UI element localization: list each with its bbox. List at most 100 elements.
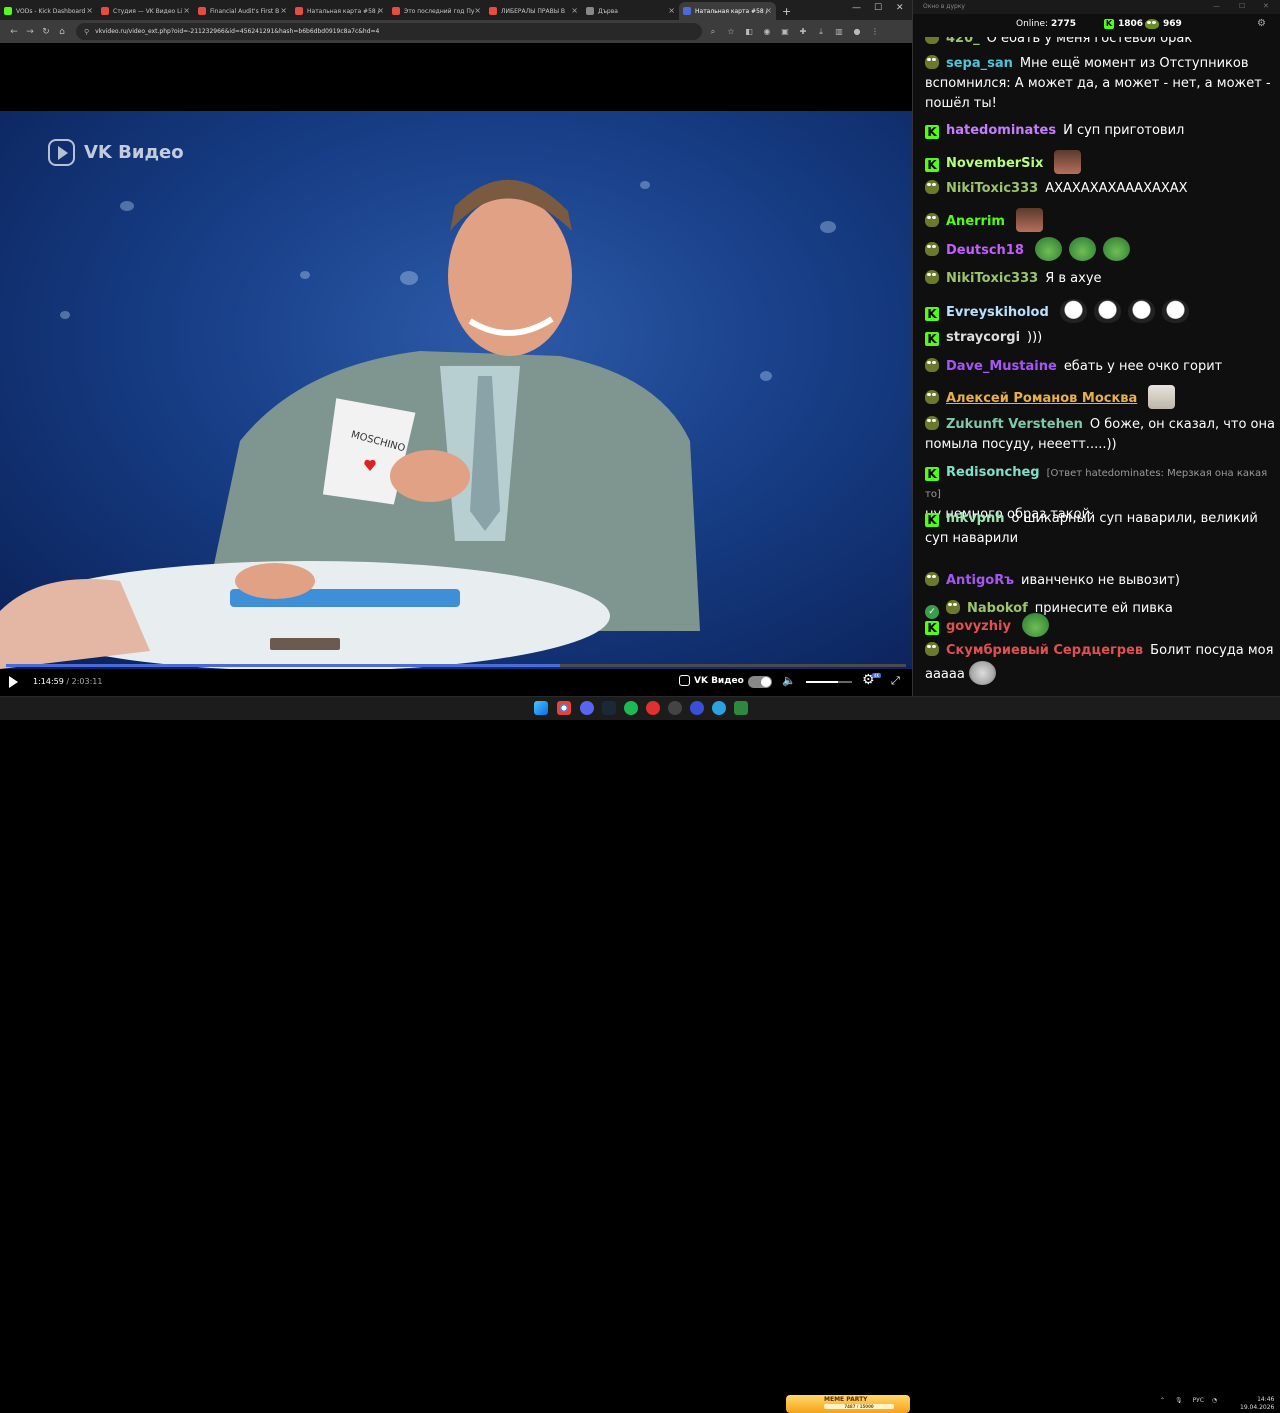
close-tab-icon[interactable]: × bbox=[280, 6, 287, 15]
close-tab-icon[interactable]: × bbox=[86, 6, 93, 15]
chat-username[interactable]: hatedominates bbox=[946, 123, 1056, 138]
maximize-icon[interactable]: ☐ bbox=[874, 3, 882, 13]
spotify-icon[interactable] bbox=[624, 701, 638, 715]
profile-icon[interactable]: ● bbox=[850, 25, 864, 39]
vk-video-brand-link[interactable]: VK Видео bbox=[679, 675, 744, 686]
app-icon[interactable] bbox=[734, 701, 748, 715]
chevron-up-icon[interactable]: ⌃ bbox=[1160, 1397, 1165, 1404]
chat-message-text: иванченко не вывозит) bbox=[1021, 573, 1180, 588]
time-display: 1:14:59 / 2:03:11 bbox=[33, 677, 102, 686]
autoplay-toggle[interactable] bbox=[748, 676, 772, 688]
chat-username[interactable]: Evreyskiholod bbox=[946, 305, 1049, 320]
chat-username[interactable]: Deutsch18 bbox=[946, 243, 1024, 258]
extension-icon[interactable]: ◉ bbox=[760, 25, 774, 39]
zoom-icon[interactable]: ⌕ bbox=[706, 25, 720, 39]
download-icon[interactable]: ⤓ bbox=[814, 25, 828, 39]
chat-username[interactable]: govyzhiy bbox=[946, 619, 1011, 634]
close-window-icon[interactable]: ✕ bbox=[1263, 2, 1269, 10]
discord-icon[interactable] bbox=[580, 701, 594, 715]
browser-tab[interactable]: ЛИБЕРАЛЫ ПРАВЫ В × bbox=[485, 2, 582, 20]
chrome-icon[interactable] bbox=[557, 701, 571, 715]
url-text: vkvideo.ru/video_ext.php?oid=-211232966&… bbox=[95, 28, 380, 35]
minimize-icon[interactable]: — bbox=[852, 3, 861, 13]
chat-username[interactable]: Zukunft Verstehen bbox=[946, 417, 1083, 432]
maximize-icon[interactable]: ☐ bbox=[1239, 2, 1245, 10]
close-window-icon[interactable]: ✕ bbox=[896, 3, 904, 13]
app-icon[interactable] bbox=[668, 701, 682, 715]
player-icon[interactable] bbox=[690, 701, 704, 715]
close-tab-icon[interactable]: × bbox=[183, 6, 190, 15]
chat-message-text: ))) bbox=[1027, 330, 1043, 345]
chat-window-title: Окно в дурку — ☐ ✕ bbox=[913, 0, 1280, 14]
microphone-icon[interactable]: 🎙 bbox=[1175, 1397, 1183, 1404]
video-player[interactable]: MOSCHINO VK Видео bbox=[0, 43, 912, 696]
chat-username[interactable]: 420_ bbox=[946, 37, 980, 46]
telegram-icon[interactable] bbox=[712, 701, 726, 715]
system-clock[interactable]: 14:46 19.04.2026 bbox=[1240, 1396, 1274, 1412]
browser-tab[interactable]: VODs - Kick Dashboard × bbox=[0, 2, 97, 20]
forward-icon[interactable]: → bbox=[22, 27, 38, 37]
address-bar[interactable]: ⚲ vkvideo.ru/video_ext.php?oid=-21123296… bbox=[76, 23, 702, 40]
chat-header bbox=[913, 14, 1280, 37]
chat-username[interactable]: NovemberSix bbox=[946, 156, 1043, 171]
close-tab-icon[interactable]: × bbox=[765, 6, 772, 15]
volume-icon[interactable]: 🔈 bbox=[782, 674, 796, 687]
back-icon[interactable]: ← bbox=[6, 27, 22, 37]
volume-slider[interactable] bbox=[806, 681, 852, 683]
meme-party-widget[interactable]: MEME PARTY 7487 / 15000 bbox=[786, 1395, 910, 1413]
video-frame[interactable]: MOSCHINO VK Видео bbox=[0, 111, 912, 669]
browser-tab[interactable]: Дърва × bbox=[582, 2, 679, 20]
chat-username[interactable]: NikiToxic333 bbox=[946, 181, 1038, 196]
browser-tab[interactable]: Натальная карта #58 /× bbox=[291, 2, 388, 20]
vk-video-logo-icon bbox=[48, 139, 75, 166]
home-icon[interactable]: ⌂ bbox=[54, 27, 70, 37]
network-icon[interactable]: ◔ bbox=[1212, 1397, 1217, 1404]
minimize-icon[interactable]: — bbox=[1213, 2, 1220, 10]
chat-username[interactable]: AntigoRъ bbox=[946, 573, 1014, 588]
extension-icon[interactable]: ◧ bbox=[742, 25, 756, 39]
close-tab-icon[interactable]: × bbox=[571, 6, 578, 15]
chat-username[interactable]: Скумбриевый Сердцегрев bbox=[946, 643, 1143, 658]
start-menu-icon[interactable] bbox=[534, 701, 548, 715]
steam-icon[interactable] bbox=[602, 701, 616, 715]
extension-icon[interactable]: ▣ bbox=[778, 25, 792, 39]
progress-bar[interactable] bbox=[6, 664, 906, 667]
photo-emote-icon bbox=[1015, 208, 1043, 232]
browser-tab[interactable]: Натальная карта #58 /× bbox=[679, 2, 776, 20]
close-tab-icon[interactable]: × bbox=[668, 6, 675, 15]
face-emote-icon bbox=[968, 661, 996, 685]
browser-tab[interactable]: Financial Audit's First B × bbox=[194, 2, 291, 20]
chat-username[interactable]: Алексей Романов Москва bbox=[946, 391, 1137, 406]
tab-title: VODs - Kick Dashboard bbox=[16, 7, 86, 15]
chat-username[interactable]: NikiToxic333 bbox=[946, 271, 1038, 286]
chat-username[interactable]: Anerrim bbox=[946, 214, 1005, 229]
close-tab-icon[interactable]: × bbox=[377, 6, 384, 15]
new-tab-button[interactable]: + bbox=[782, 5, 791, 18]
close-tab-icon[interactable]: × bbox=[474, 6, 481, 15]
extension-icon[interactable]: ✚ bbox=[796, 25, 810, 39]
side-panel-icon[interactable]: ▥ bbox=[832, 25, 846, 39]
language-indicator[interactable]: РУС bbox=[1193, 1397, 1204, 1404]
browser-tab[interactable]: Это последний год Пу × bbox=[388, 2, 485, 20]
kick-badge-icon: K bbox=[925, 307, 939, 321]
chat-message-list[interactable]: 420_ О ебать у меня гостевой брак sepa_san… bbox=[913, 37, 1280, 694]
menu-icon[interactable]: ⋮ bbox=[868, 25, 882, 39]
chat-username[interactable]: straycorgi bbox=[946, 330, 1020, 345]
vk-video-logo-icon bbox=[679, 675, 690, 686]
chat-username[interactable]: mkvpnh bbox=[946, 511, 1004, 526]
fullscreen-icon[interactable]: ⤢ bbox=[891, 674, 900, 688]
drop-emote-icon bbox=[1093, 299, 1121, 323]
reload-icon[interactable]: ↻ bbox=[38, 27, 54, 37]
play-icon[interactable] bbox=[9, 676, 18, 688]
browser-tab[interactable]: Студия — VK Видео Li × bbox=[97, 2, 194, 20]
time-separator: / bbox=[66, 677, 70, 686]
bookmark-star-icon[interactable]: ☆ bbox=[724, 25, 738, 39]
chat-settings-icon[interactable]: ⚙ bbox=[1257, 18, 1266, 29]
chat-username[interactable]: Redisoncheg bbox=[946, 465, 1040, 480]
tab-title: Натальная карта #58 / bbox=[307, 7, 380, 15]
app-icon[interactable] bbox=[646, 701, 660, 715]
chat-username[interactable]: sepa_san bbox=[946, 56, 1013, 71]
site-info-icon[interactable]: ⚲ bbox=[84, 28, 89, 36]
chat-username[interactable]: Dave_Mustaine bbox=[946, 359, 1057, 374]
kick-badge-icon: K bbox=[925, 467, 939, 481]
